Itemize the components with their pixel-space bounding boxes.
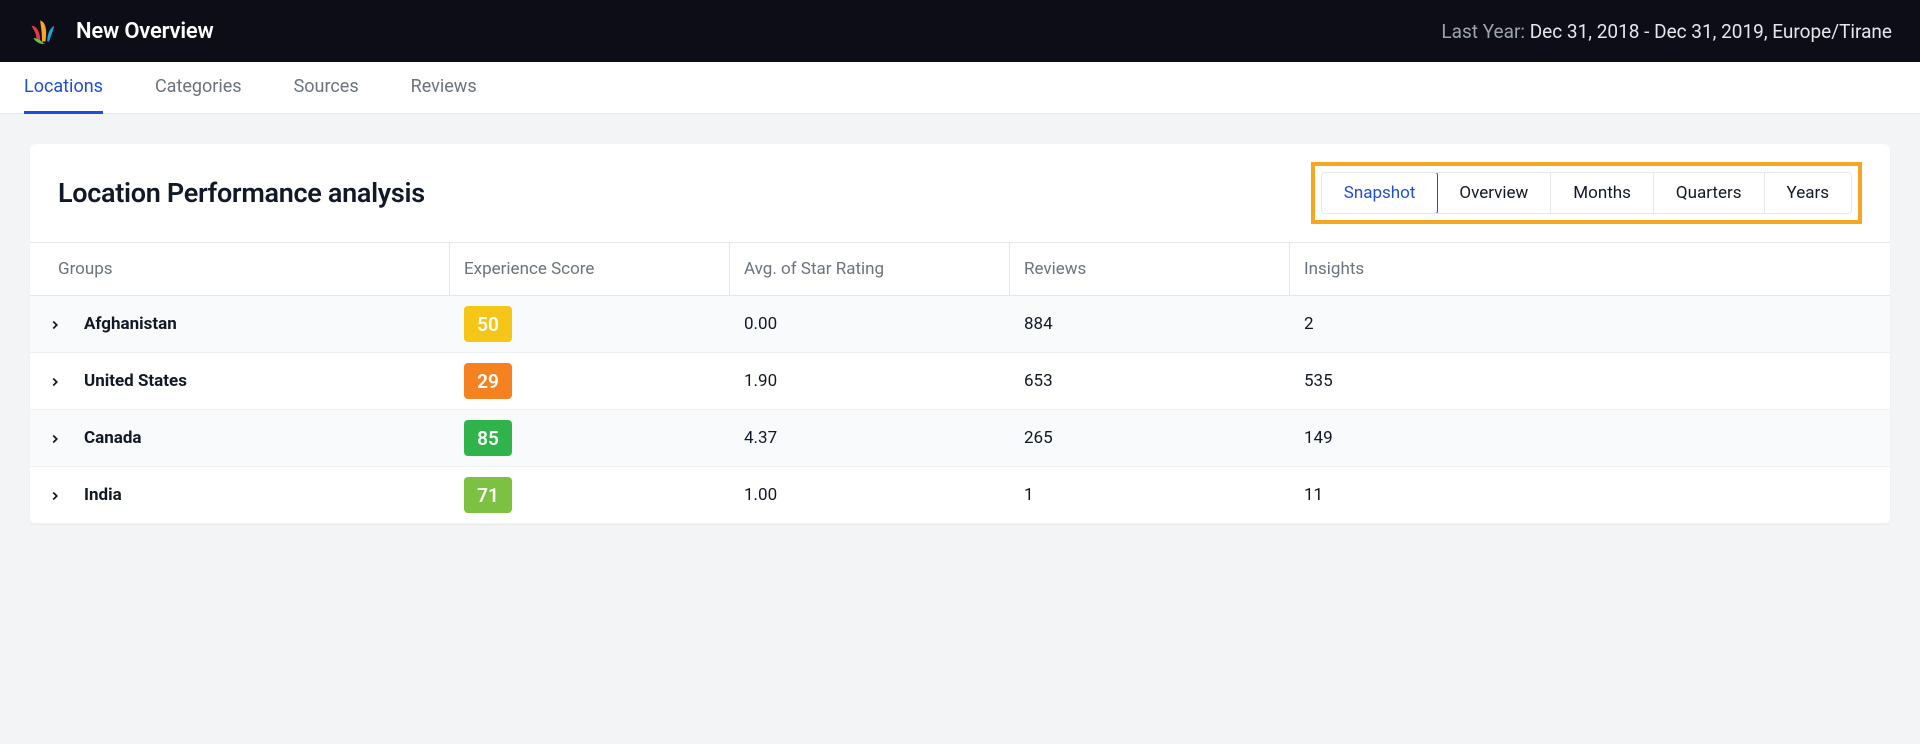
app-logo-icon (28, 17, 56, 45)
app-header: New Overview Last Year: Dec 31, 2018 - D… (0, 0, 1920, 62)
column-header[interactable]: Insights (1290, 243, 1890, 295)
main: Location Performance analysis SnapshotOv… (0, 114, 1920, 554)
segment-years[interactable]: Years (1765, 173, 1851, 213)
score-badge: 85 (464, 420, 512, 456)
score-badge: 29 (464, 363, 512, 399)
avg-rating-cell: 1.00 (730, 475, 1010, 515)
score-cell: 29 (450, 353, 730, 409)
panel-header: Location Performance analysis SnapshotOv… (30, 144, 1890, 243)
header-left: New Overview (28, 17, 214, 45)
performance-panel: Location Performance analysis SnapshotOv… (30, 144, 1890, 524)
segment-highlight: SnapshotOverviewMonthsQuartersYears (1311, 162, 1862, 224)
segment-quarters[interactable]: Quarters (1654, 173, 1765, 213)
date-range-label: Last Year: (1441, 20, 1525, 43)
chevron-right-icon[interactable] (48, 317, 62, 331)
date-range[interactable]: Last Year: Dec 31, 2018 - Dec 31, 2019, … (1441, 20, 1892, 43)
chevron-right-icon[interactable] (48, 374, 62, 388)
page-title: New Overview (76, 19, 214, 44)
avg-rating-cell: 4.37 (730, 418, 1010, 458)
segment-group: SnapshotOverviewMonthsQuartersYears (1321, 172, 1852, 214)
nav-tab-locations[interactable]: Locations (24, 62, 103, 114)
table-header: GroupsExperience ScoreAvg. of Star Ratin… (30, 243, 1890, 296)
insights-cell: 535 (1290, 361, 1890, 401)
score-cell: 71 (450, 467, 730, 523)
group-cell[interactable]: United States (30, 361, 450, 401)
insights-cell: 11 (1290, 475, 1890, 515)
panel-title: Location Performance analysis (58, 177, 425, 209)
group-label: Afghanistan (84, 314, 177, 334)
group-label: United States (84, 371, 187, 391)
table-row: India711.00111 (30, 467, 1890, 524)
nav-tab-reviews[interactable]: Reviews (411, 62, 477, 114)
score-badge: 50 (464, 306, 512, 342)
group-cell[interactable]: Canada (30, 418, 450, 458)
score-cell: 50 (450, 296, 730, 352)
table-row: United States 29 1.90653535 (30, 353, 1890, 410)
nav-tab-categories[interactable]: Categories (155, 62, 242, 114)
insights-cell: 2 (1290, 304, 1890, 344)
group-cell[interactable]: Afghanistan (30, 304, 450, 344)
column-header[interactable]: Reviews (1010, 243, 1290, 295)
table-row: Canada 85 4.37265149 (30, 410, 1890, 467)
chevron-right-icon[interactable] (48, 488, 62, 502)
table-row: Afghanistan 50 0.008842 (30, 296, 1890, 353)
column-header[interactable]: Groups (30, 243, 450, 295)
column-header[interactable]: Experience Score (450, 243, 730, 295)
group-cell[interactable]: India (30, 475, 450, 515)
chevron-right-icon[interactable] (48, 431, 62, 445)
insights-cell: 149 (1290, 418, 1890, 458)
score-cell: 85 (450, 410, 730, 466)
avg-rating-cell: 0.00 (730, 304, 1010, 344)
reviews-cell: 265 (1010, 418, 1290, 458)
segment-overview[interactable]: Overview (1437, 173, 1551, 213)
segment-months[interactable]: Months (1551, 173, 1654, 213)
table-body: Afghanistan 50 0.008842 United States 29 1.90… (30, 296, 1890, 524)
nav-tab-sources[interactable]: Sources (294, 62, 359, 114)
group-label: Canada (84, 428, 142, 448)
score-badge: 71 (464, 477, 512, 513)
group-label: India (84, 485, 122, 505)
navbar: Locations Categories Sources Reviews (0, 62, 1920, 114)
reviews-cell: 1 (1010, 475, 1290, 515)
segment-snapshot[interactable]: Snapshot (1321, 172, 1439, 214)
reviews-cell: 653 (1010, 361, 1290, 401)
avg-rating-cell: 1.90 (730, 361, 1010, 401)
date-range-value: Dec 31, 2018 - Dec 31, 2019, Europe/Tira… (1530, 20, 1892, 43)
reviews-cell: 884 (1010, 304, 1290, 344)
column-header[interactable]: Avg. of Star Rating (730, 243, 1010, 295)
